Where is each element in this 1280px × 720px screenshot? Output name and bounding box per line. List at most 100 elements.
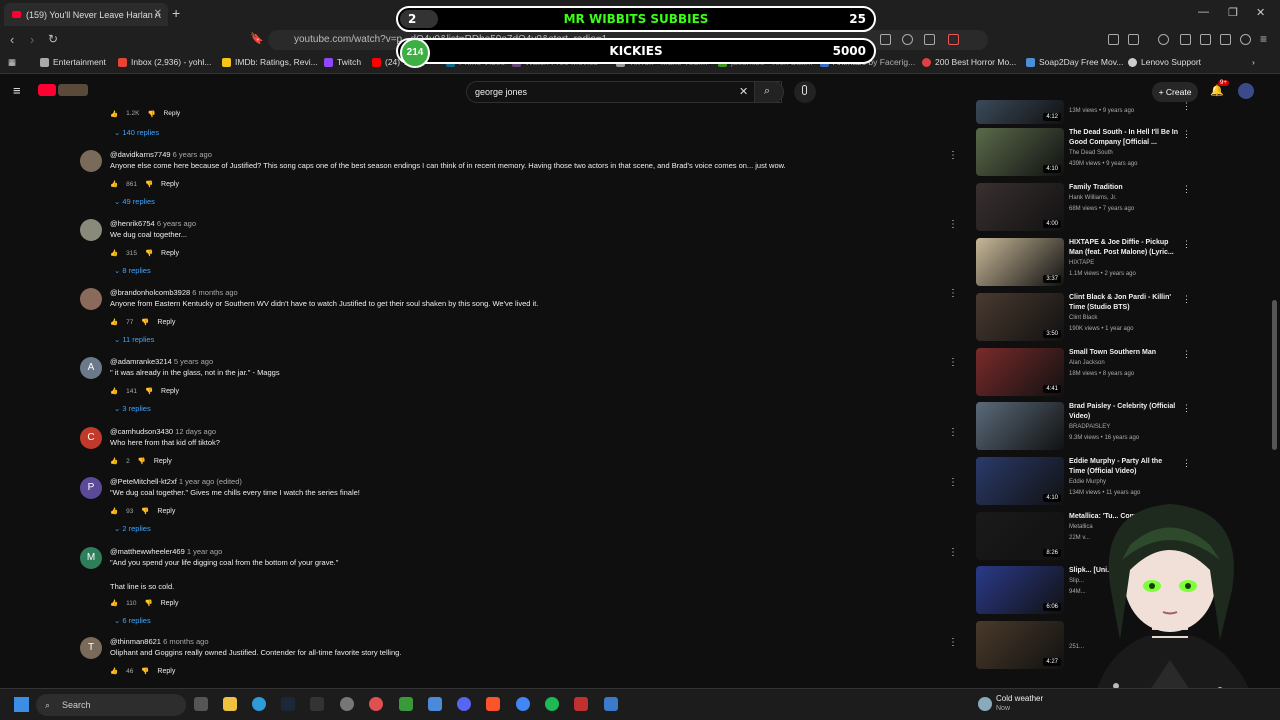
avatar[interactable]: C [80,427,102,449]
new-tab-icon[interactable]: + [172,5,180,21]
video-title[interactable]: Brad Paisley - Celebrity (Official Video… [1069,402,1179,422]
close-window-icon[interactable]: ✕ [1256,6,1265,19]
wallet-icon[interactable] [1200,34,1211,45]
app-icon-2[interactable] [369,697,383,711]
steam-icon[interactable] [281,697,295,711]
discord-icon[interactable] [457,697,471,711]
view-replies-button[interactable]: ⌄ 140 replies [114,128,159,137]
cast-icon[interactable] [880,34,891,45]
dislike-icon[interactable]: 👎 [145,180,153,188]
video-thumbnail[interactable]: 4:10 [976,128,1064,176]
browser-tab[interactable]: (159) You'll Never Leave Harlan A ✕ [4,3,168,26]
video-menu-icon[interactable]: ⋮ [1182,239,1191,250]
scrollbar-thumb[interactable] [1272,300,1277,450]
dislike-icon[interactable]: 👎 [141,667,149,675]
recommended-video[interactable]: 4:41 Small Town Southern Man Alan Jackson 1… [976,348,1191,398]
reply-button[interactable]: Reply [157,668,175,675]
like-icon[interactable]: 👍 [110,387,118,395]
windows-start-icon[interactable] [14,697,29,712]
video-title[interactable]: Small Town Southern Man [1069,348,1179,358]
recommended-video[interactable]: 4:10 The Dead South - In Hell I'll Be In … [976,128,1191,178]
comment-author[interactable]: @brandonholcomb3928 [110,288,190,297]
apps-grid-icon[interactable]: ▦ [8,57,16,68]
reply-button[interactable]: Reply [157,319,175,326]
app-icon-3[interactable] [574,697,588,711]
comment-menu-icon[interactable]: ⋮ [948,357,958,368]
channel-name[interactable]: HIXTAPE [1069,260,1094,266]
video-thumbnail[interactable]: 3:37 [976,238,1064,286]
view-replies-button[interactable]: ⌄ 11 replies [114,335,154,344]
video-thumbnail[interactable] [976,402,1064,450]
clear-search-icon[interactable]: ✕ [739,82,748,102]
dislike-icon[interactable]: 👎 [145,387,153,395]
create-button[interactable]: + Create [1152,82,1198,102]
brave-shield-icon[interactable] [948,34,959,45]
bookmark-page-icon[interactable]: 🔖 [250,32,264,45]
xbox-icon[interactable] [399,697,413,711]
bookmark-item[interactable]: Twitch [324,57,361,67]
search-button[interactable]: ⌕ [754,81,784,103]
bookmark-item[interactable]: Inbox (2,936) - yohl... [118,57,211,67]
spotify-icon[interactable] [545,697,559,711]
minimize-icon[interactable]: — [1198,6,1209,18]
dislike-icon[interactable]: 👎 [138,457,146,465]
voice-search-button[interactable] [794,81,816,103]
close-tab-icon[interactable]: ✕ [154,8,162,19]
video-title[interactable]: Family Tradition [1069,183,1179,193]
comment-menu-icon[interactable]: ⋮ [948,427,958,438]
reply-button[interactable]: Reply [164,110,181,118]
task-view-icon[interactable] [194,697,208,711]
video-title[interactable]: The Dead South - In Hell I'll Be In Good… [1069,128,1179,148]
brave-icon[interactable] [486,697,500,711]
media-icon[interactable] [1158,34,1169,45]
recommended-video[interactable]: Brad Paisley - Celebrity (Official Video… [976,402,1191,452]
video-title[interactable]: Eddie Murphy - Party All the Time (Offic… [1069,457,1179,477]
extension-icon-2[interactable] [1128,34,1139,45]
video-menu-icon[interactable]: ⋮ [1182,349,1191,360]
video-menu-icon[interactable]: ⋮ [1182,403,1191,414]
view-replies-button[interactable]: ⌄ 49 replies [114,197,155,206]
dislike-icon[interactable]: 👎 [147,110,155,118]
video-thumbnail[interactable]: 4:27 [976,621,1064,669]
avatar[interactable] [80,150,102,172]
view-replies-button[interactable]: ⌄ 3 replies [114,404,151,413]
avatar[interactable]: M [80,547,102,569]
sidebar-toggle-icon[interactable] [1180,34,1191,45]
channel-name[interactable]: Eddie Murphy [1069,479,1106,485]
comment-menu-icon[interactable]: ⋮ [948,477,958,488]
bookmark-item[interactable]: Entertainment [40,57,106,67]
file-explorer-icon[interactable] [223,697,237,711]
extension-icon[interactable] [1108,34,1119,45]
avatar[interactable]: T [80,637,102,659]
reply-button[interactable]: Reply [161,181,179,188]
like-icon[interactable]: 👍 [110,457,118,465]
video-thumbnail[interactable]: 4:10 [976,457,1064,505]
browser-menu-icon[interactable]: ≡ [1260,32,1267,46]
comment-author[interactable]: @henrik6754 [110,219,155,228]
avatar[interactable]: P [80,477,102,499]
taskbar-search[interactable]: ⌕ Search [36,694,186,716]
bookmark-item[interactable]: Soap2Day Free Mov... [1026,57,1123,67]
channel-name[interactable]: Alan Jackson [1069,360,1105,366]
dislike-icon[interactable]: 👎 [141,318,149,326]
video-menu-icon[interactable]: ⋮ [1182,184,1191,195]
video-title[interactable]: Clint Black & Jon Pardi - Killin' Time (… [1069,293,1179,313]
video-menu-icon[interactable]: ⋮ [1182,129,1191,140]
avatar[interactable] [80,219,102,241]
comment-menu-icon[interactable]: ⋮ [948,637,958,648]
vpn-icon[interactable] [1240,34,1251,45]
leo-ai-icon[interactable] [1220,34,1231,45]
weather-icon[interactable] [978,697,992,711]
bookmark-item[interactable]: 200 Best Horror Mo... [922,57,1016,67]
reply-button[interactable]: Reply [161,600,179,607]
comment-author[interactable]: @adamranke3214 [110,357,172,366]
video-thumbnail[interactable]: 8:26 [976,512,1064,560]
forward-icon[interactable]: › [30,32,34,47]
reply-button[interactable]: Reply [161,388,179,395]
recommended-video[interactable]: 3:50 Clint Black & Jon Pardi - Killin' Ti… [976,293,1191,343]
dislike-icon[interactable]: 👎 [141,507,149,515]
reply-button[interactable]: Reply [154,458,172,465]
back-icon[interactable]: ‹ [10,32,14,47]
comment-menu-icon[interactable]: ⋮ [948,219,958,230]
video-thumbnail[interactable]: 3:50 [976,293,1064,341]
